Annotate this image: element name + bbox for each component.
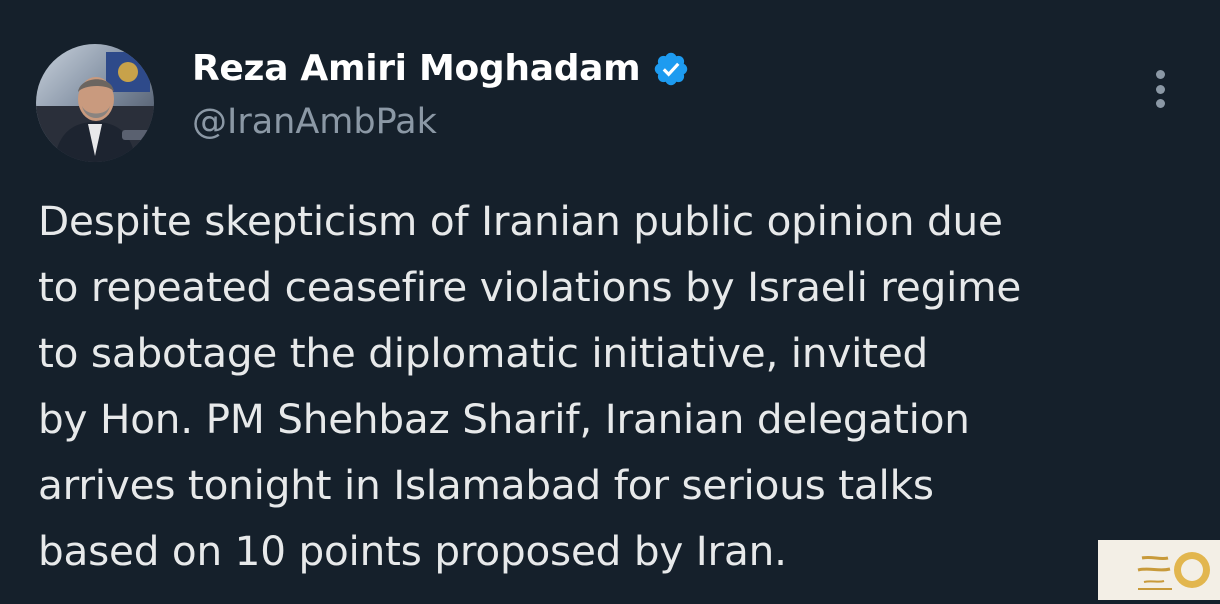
tweet-text-line: arrives tonight in Islamabad for serious…	[38, 461, 934, 509]
tweet-card: Reza Amiri Moghadam @IranAmbPak Despite …	[0, 0, 1220, 600]
tweet-text-line: to sabotage the diplomatic initiative, i…	[38, 329, 929, 377]
author-avatar[interactable]	[36, 44, 154, 162]
watermark-logo-icon	[1098, 540, 1220, 600]
tweet-text-line: to repeated ceasefire violations by Isra…	[38, 263, 1022, 311]
author-handle[interactable]: @IranAmbPak	[192, 102, 437, 142]
author-display-name[interactable]: Reza Amiri Moghadam	[192, 48, 641, 89]
avatar-photo	[36, 44, 154, 162]
more-vertical-icon[interactable]	[1142, 66, 1178, 112]
tweet-text-line: based on 10 points proposed by Iran.	[38, 527, 787, 575]
tweet-text: Despite skepticism of Iranian public opi…	[38, 188, 1188, 584]
verified-badge-icon	[652, 50, 690, 88]
author-name-row: Reza Amiri Moghadam	[192, 48, 690, 89]
more-dot	[1155, 84, 1165, 94]
tweet-text-line: Despite skepticism of Iranian public opi…	[38, 197, 1003, 245]
watermark-logo	[1098, 540, 1220, 600]
tweet-text-line: by Hon. PM Shehbaz Sharif, Iranian deleg…	[38, 395, 970, 443]
more-dot	[1155, 99, 1165, 108]
more-dot	[1155, 70, 1165, 79]
